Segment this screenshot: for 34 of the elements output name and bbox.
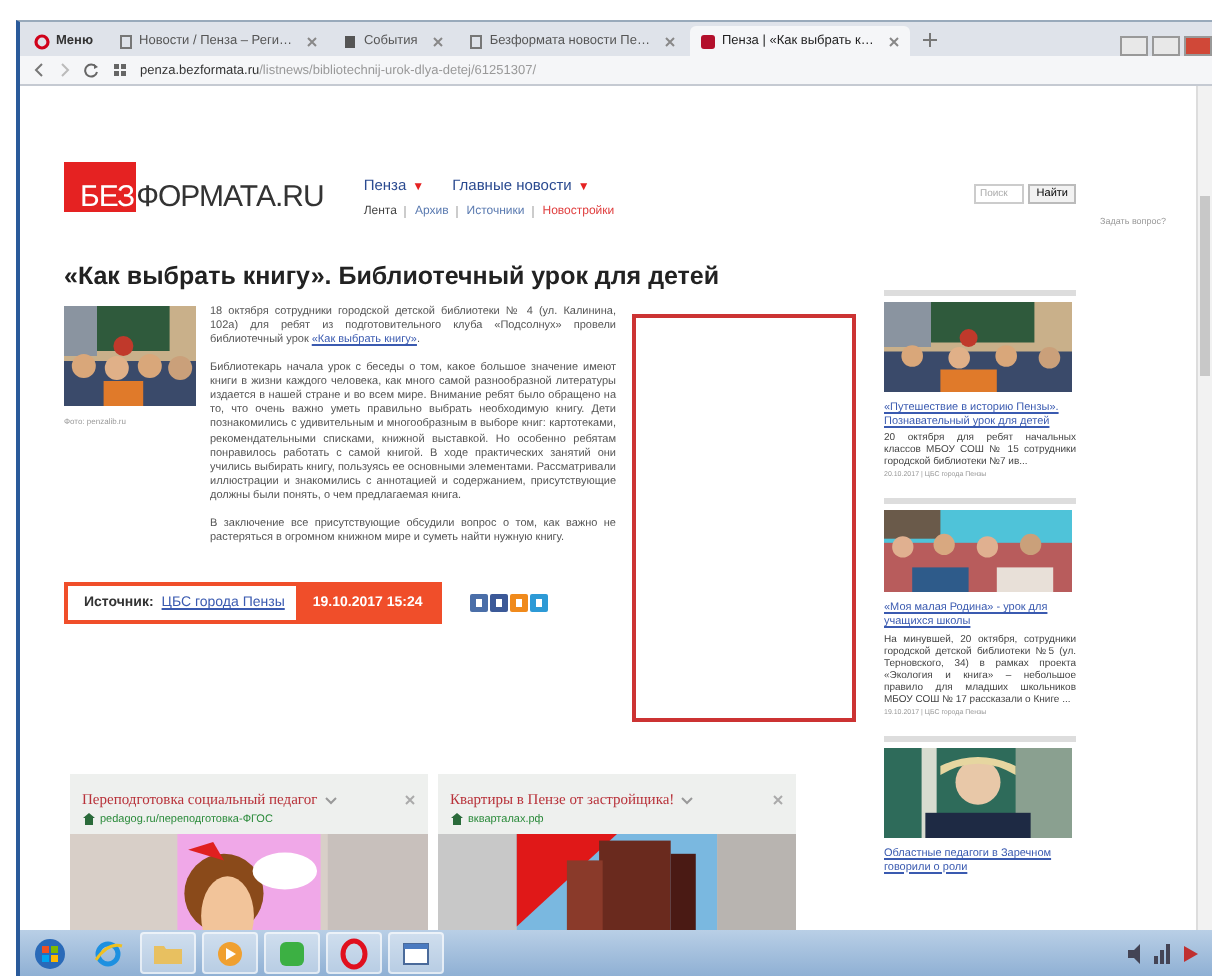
- close-button[interactable]: [1184, 36, 1212, 56]
- logo-mark[interactable]: БЕЗ: [64, 162, 137, 212]
- chevron-icon[interactable]: [680, 793, 695, 805]
- close-icon[interactable]: [772, 793, 784, 805]
- browser-icon[interactable]: [92, 937, 124, 969]
- site-icon: [699, 33, 716, 49]
- window-icon[interactable]: [400, 937, 432, 969]
- opera-icon: [34, 33, 50, 49]
- close-icon[interactable]: [404, 793, 416, 805]
- grid-icon[interactable]: [112, 62, 128, 78]
- windows-start-icon[interactable]: [34, 937, 66, 969]
- minimize-button[interactable]: [1120, 36, 1148, 56]
- maximize-button[interactable]: [1152, 36, 1180, 56]
- new-tab-icon[interactable]: [921, 32, 938, 48]
- opera-icon[interactable]: [338, 937, 370, 969]
- page-icon: [467, 33, 484, 49]
- forward-icon[interactable]: [58, 62, 72, 78]
- article-title: «Как выбрать книгу». Библиотечный урок для детей: [64, 262, 722, 290]
- logo-text[interactable]: ФОРМАТА.RU: [136, 182, 324, 212]
- close-icon[interactable]: [431, 35, 444, 47]
- back-icon[interactable]: [32, 62, 46, 78]
- close-icon[interactable]: [663, 35, 676, 47]
- chevron-icon[interactable]: [323, 793, 338, 805]
- flag-icon[interactable]: [1180, 941, 1200, 965]
- close-icon[interactable]: [305, 35, 318, 47]
- network-icon[interactable]: [1152, 941, 1172, 965]
- close-icon[interactable]: [887, 35, 900, 47]
- page-icon: [341, 33, 358, 49]
- media-icon[interactable]: [214, 937, 246, 969]
- volume-icon[interactable]: [1126, 941, 1144, 965]
- chat-icon[interactable]: [276, 937, 308, 969]
- scrollbar[interactable]: [1196, 86, 1212, 930]
- reload-icon[interactable]: [84, 62, 100, 78]
- page-icon: [117, 33, 134, 49]
